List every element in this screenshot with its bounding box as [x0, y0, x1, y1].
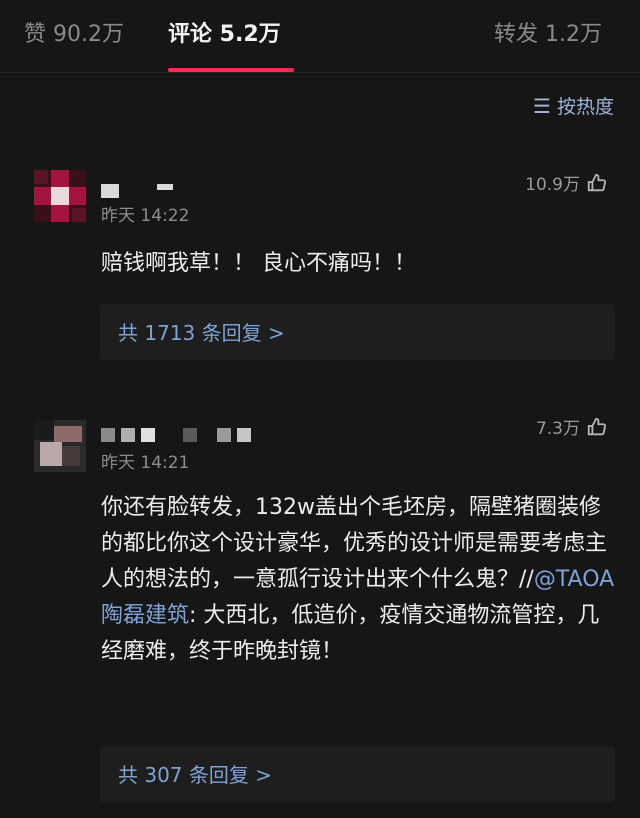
replies-count: 共 1713 条回复 > — [118, 321, 285, 345]
tab-comments[interactable]: 评论 5.2万 — [168, 16, 281, 48]
username-obscured[interactable] — [101, 184, 173, 198]
like-count: 7.3万 — [535, 419, 580, 439]
like-button[interactable]: 10.9万 — [525, 170, 608, 195]
view-replies-button[interactable]: 共 1713 条回复 > — [100, 304, 615, 360]
comment-text: 赔钱啊我草！！ 良心不痛吗！！ — [101, 251, 416, 276]
comment-text-part: 你还有脸转发，132w盖出个毛坯房，隔壁猪圈装修的都比你这个设计豪华，优秀的设计… — [101, 495, 608, 592]
avatar[interactable] — [34, 170, 86, 222]
comment-time: 昨天 14:22 — [101, 206, 190, 226]
tab-reposts[interactable]: 转发 1.2万 — [494, 16, 602, 48]
sort-button[interactable]: ☰ 按热度 — [533, 92, 614, 119]
active-tab-indicator — [168, 68, 294, 72]
thumbs-up-icon — [587, 417, 607, 435]
comment-text: 你还有脸转发，132w盖出个毛坯房，隔壁猪圈装修的都比你这个设计豪华，优秀的设计… — [101, 490, 621, 670]
like-button[interactable]: 7.3万 — [536, 414, 608, 439]
tab-bar: 赞 90.2万 评论 5.2万 转发 1.2万 — [0, 0, 640, 73]
avatar[interactable] — [34, 420, 86, 472]
tab-likes[interactable]: 赞 90.2万 — [24, 16, 124, 48]
view-replies-button[interactable]: 共 307 条回复 > — [100, 746, 615, 802]
like-count: 10.9万 — [525, 175, 580, 195]
thumbs-up-icon — [587, 173, 607, 191]
sort-icon: ☰ — [533, 93, 551, 118]
replies-count: 共 307 条回复 > — [118, 763, 273, 787]
comment-time: 昨天 14:21 — [101, 453, 190, 473]
sort-label: 按热度 — [556, 96, 614, 118]
username-obscured[interactable] — [101, 428, 251, 442]
